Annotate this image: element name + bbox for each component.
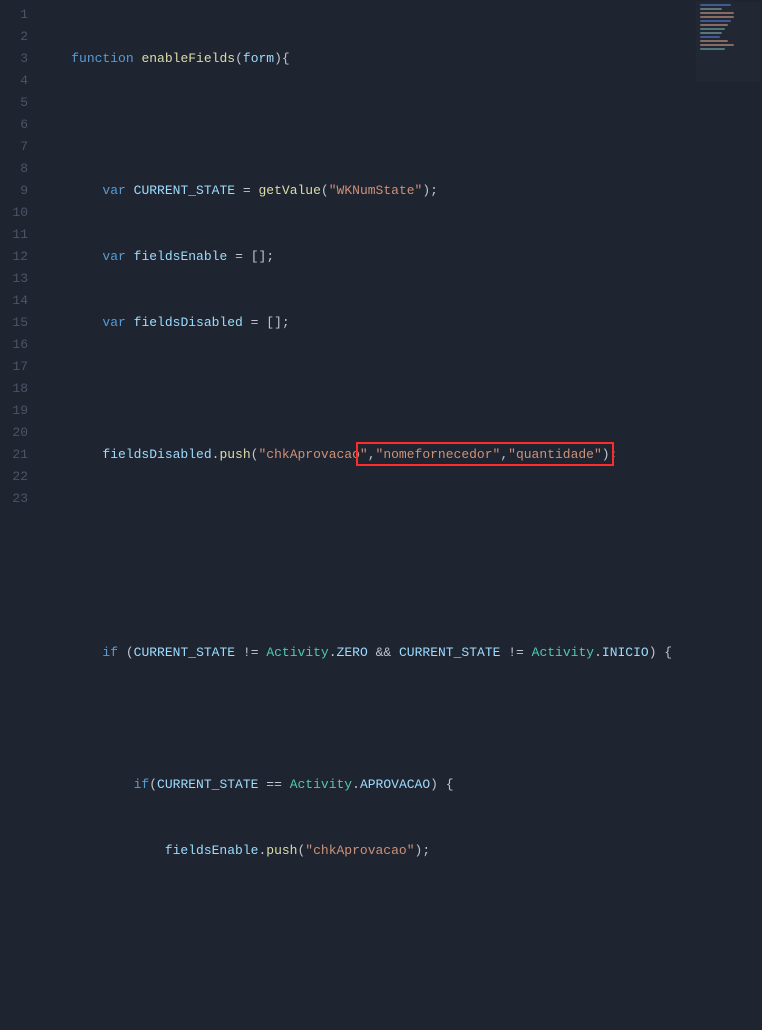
minimap-line (700, 40, 728, 42)
minimap-line (700, 44, 734, 46)
code-line[interactable]: var CURRENT_STATE = getValue("WKNumState… (40, 180, 762, 202)
line-number: 8 (8, 158, 28, 180)
line-number: 18 (8, 378, 28, 400)
line-number: 17 (8, 356, 28, 378)
minimap-line (700, 12, 734, 14)
line-number: 19 (8, 400, 28, 422)
code-line[interactable]: var fieldsDisabled = []; (40, 312, 762, 334)
code-line[interactable]: if (CURRENT_STATE != Activity.ZERO && CU… (40, 642, 762, 664)
minimap-line (700, 28, 725, 30)
minimap-line (700, 48, 725, 50)
minimap-line (700, 24, 728, 26)
code-line[interactable] (40, 510, 762, 532)
minimap-line (700, 20, 731, 22)
code-line[interactable]: function enableFields(form){ (40, 48, 762, 70)
line-number: 16 (8, 334, 28, 356)
line-number: 2 (8, 26, 28, 48)
minimap-line (700, 16, 734, 18)
line-number: 9 (8, 180, 28, 202)
line-number: 4 (8, 70, 28, 92)
line-number: 1 (8, 4, 28, 26)
code-line[interactable] (40, 972, 762, 994)
line-number: 11 (8, 224, 28, 246)
code-line[interactable]: fieldsDisabled.push("chkAprovacao","nome… (40, 444, 762, 466)
code-line[interactable] (40, 906, 762, 928)
code-line[interactable]: if(CURRENT_STATE == Activity.APROVACAO) … (40, 774, 762, 796)
code-line[interactable] (40, 708, 762, 730)
line-number: 5 (8, 92, 28, 114)
minimap-line (700, 4, 731, 6)
minimap-line (700, 32, 722, 34)
line-number: 7 (8, 136, 28, 158)
code-editor: 1 2 3 4 5 6 7 8 9 10 11 12 13 14 15 16 1… (0, 0, 762, 515)
line-number: 22 (8, 466, 28, 488)
line-number: 23 (8, 488, 28, 510)
minimap-line (700, 36, 720, 38)
line-number: 21 (8, 444, 28, 466)
code-line[interactable]: fieldsEnable.push("chkAprovacao"); (40, 840, 762, 862)
line-number-gutter: 1 2 3 4 5 6 7 8 9 10 11 12 13 14 15 16 1… (0, 0, 40, 515)
line-number: 12 (8, 246, 28, 268)
line-number: 20 (8, 422, 28, 444)
line-number: 6 (8, 114, 28, 136)
minimap[interactable] (696, 2, 760, 82)
code-area[interactable]: function enableFields(form){ var CURRENT… (40, 0, 762, 515)
line-number: 3 (8, 48, 28, 70)
code-line[interactable] (40, 576, 762, 598)
code-line[interactable]: var fieldsEnable = []; (40, 246, 762, 268)
minimap-line (700, 8, 722, 10)
line-number: 10 (8, 202, 28, 224)
line-number: 14 (8, 290, 28, 312)
line-number: 13 (8, 268, 28, 290)
code-line[interactable] (40, 378, 762, 400)
code-line[interactable] (40, 114, 762, 136)
line-number: 15 (8, 312, 28, 334)
